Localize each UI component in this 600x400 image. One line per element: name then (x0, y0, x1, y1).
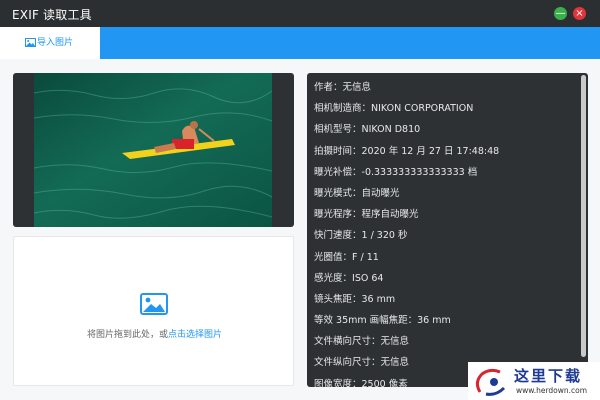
exif-label: 曝光补偿： (314, 166, 362, 178)
exif-value: 36 mm (417, 315, 451, 327)
image-icon (25, 38, 36, 47)
window-title: EXIF 读取工具 (12, 8, 92, 22)
toolbar: 导入图片 (0, 27, 600, 59)
exif-value: NIKON D810 (361, 124, 421, 136)
exif-row: 感光度：ISO 64 (314, 273, 499, 294)
close-button[interactable]: × (573, 7, 586, 20)
exif-value: 2500 像素 (361, 378, 408, 387)
preview-photo (34, 73, 272, 227)
exif-label: 相机制造商： (314, 103, 372, 115)
exif-value: 无信息 (342, 82, 372, 93)
picture-icon (140, 293, 168, 315)
exif-label: 等效 35mm 画幅焦距： (314, 315, 418, 327)
exif-row: 相机制造商：NIKON CORPORATION (314, 103, 499, 124)
minimize-button[interactable]: — (554, 7, 567, 20)
exif-value: 36 mm (361, 293, 396, 305)
scrollbar[interactable] (581, 75, 586, 357)
title-bar: EXIF 读取工具 — × (0, 0, 600, 27)
exif-label: 图像宽度： (314, 378, 362, 387)
drop-hint: 将图片拖到此处，或点击选择图片 (14, 327, 295, 340)
drop-hint-text: 将图片拖到此处，或 (86, 330, 168, 340)
exif-row: 拍摄时间：2020 年 12 月 27 日 17:48:48 (314, 146, 499, 167)
exif-row: 曝光程序：程序自动曝光 (314, 209, 499, 230)
exif-label: 快门速度： (314, 230, 362, 242)
exif-value: 1 / 320 秒 (361, 230, 408, 242)
exif-row: 相机型号：NIKON D810 (314, 124, 499, 145)
exif-label: 曝光程序： (314, 209, 362, 221)
exif-rows: 作者：无信息 相机制造商：NIKON CORPORATION 相机型号：NIKON … (314, 82, 499, 387)
exif-label: 曝光模式： (314, 187, 362, 199)
exif-row: 作者：无信息 (314, 82, 499, 103)
exif-value: 无信息 (380, 336, 410, 348)
watermark-text: 这里下载 (514, 367, 583, 385)
image-preview (13, 73, 294, 227)
exif-row: 快门速度：1 / 320 秒 (314, 230, 499, 251)
exif-row: 文件横向尺寸：无信息 (314, 336, 499, 357)
minimize-icon: — (555, 8, 566, 19)
exif-value: -0.333333333333333 档 (361, 166, 478, 178)
exif-label: 镜头焦距： (314, 293, 362, 305)
exif-value: 自动曝光 (361, 187, 400, 199)
import-image-button[interactable]: 导入图片 (0, 27, 100, 59)
exif-label: 光圈值： (314, 251, 353, 263)
exif-value: 程序自动曝光 (361, 209, 419, 221)
exif-value: ISO 64 (352, 272, 384, 284)
exif-value: 无信息 (380, 357, 410, 369)
select-image-link[interactable]: 点击选择图片 (168, 330, 222, 340)
exif-label: 文件纵向尺寸： (314, 357, 381, 369)
exif-label: 拍摄时间： (314, 145, 362, 157)
exif-row: 镜头焦距：36 mm (314, 294, 499, 315)
exif-row: 等效 35mm 画幅焦距：36 mm (314, 315, 499, 336)
exif-label: 感光度： (314, 272, 353, 284)
drop-zone[interactable]: 将图片拖到此处，或点击选择图片 (13, 236, 294, 386)
exif-value: NIKON CORPORATION (371, 103, 474, 115)
exif-row: 光圈值：F / 11 (314, 252, 499, 273)
exif-value: F / 11 (352, 251, 379, 263)
exif-row: 曝光补偿：-0.333333333333333 档 (314, 167, 499, 188)
exif-row: 曝光模式：自动曝光 (314, 188, 499, 209)
exif-label: 作者： (314, 82, 343, 93)
watermark-logo (475, 368, 506, 396)
watermark-url: www.herdown.com (516, 386, 588, 395)
exif-value: 2020 年 12 月 27 日 17:48:48 (361, 145, 500, 157)
close-icon: × (575, 8, 584, 19)
import-image-label: 导入图片 (37, 38, 74, 48)
exif-info-panel: 作者：无信息 相机制造商：NIKON CORPORATION 相机型号：NIKON … (307, 73, 588, 387)
exif-label: 相机型号： (314, 124, 362, 136)
exif-label: 文件横向尺寸： (314, 336, 381, 348)
watermark: 这里下载 www.herdown.com (468, 362, 600, 400)
